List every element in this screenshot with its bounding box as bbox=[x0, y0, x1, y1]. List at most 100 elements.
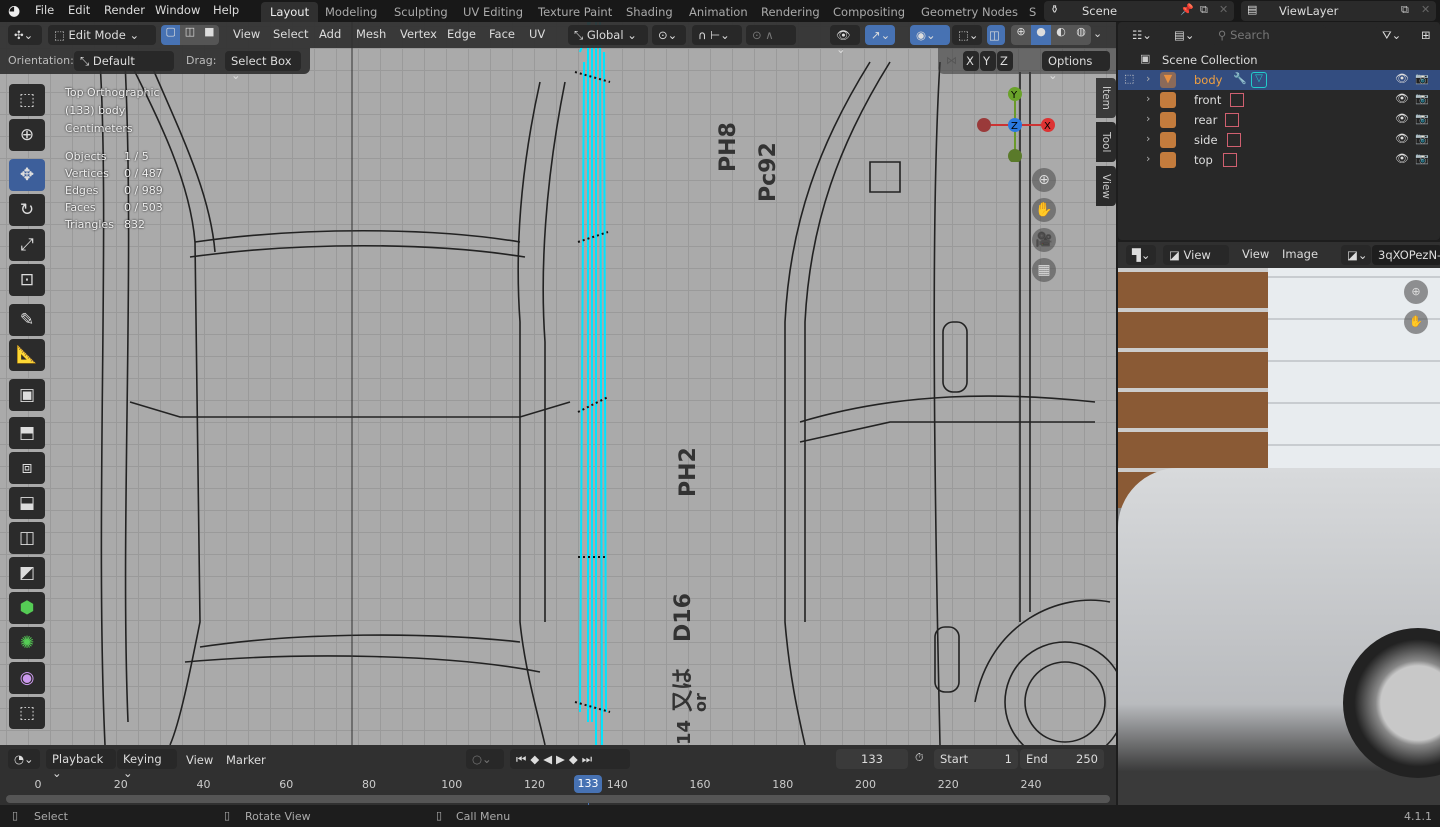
spin-tool-icon[interactable]: ✺ bbox=[9, 627, 45, 659]
outliner-item-body[interactable]: ⬚ › ▼ body 🔧 ▽ 👁 📷 bbox=[1118, 70, 1440, 90]
editor-type-button[interactable]: ◔⌄ bbox=[8, 749, 40, 769]
menu-image[interactable]: Image bbox=[1282, 247, 1318, 261]
mesh-edit-overlays-icon[interactable]: ⬚⌄ bbox=[952, 25, 982, 45]
pin-icon[interactable]: 📌 bbox=[1180, 3, 1194, 16]
rotate-tool-icon[interactable]: ↻ bbox=[9, 194, 45, 226]
visibility-eye-icon[interactable]: 👁 bbox=[1395, 72, 1409, 85]
render-camera-icon[interactable]: 📷 bbox=[1415, 112, 1429, 125]
render-camera-icon[interactable]: 📷 bbox=[1415, 152, 1429, 165]
tab-uv-editing[interactable]: UV Editing bbox=[454, 2, 532, 22]
sidebar-tab-view[interactable]: View bbox=[1096, 166, 1116, 206]
view-layer-selector[interactable]: ▤ ViewLayer ⧉ ✕ bbox=[1241, 1, 1436, 21]
vertex-select-icon[interactable]: ▢ bbox=[161, 25, 181, 45]
image-data-icon[interactable] bbox=[1225, 113, 1239, 127]
scene-collection-row[interactable]: ▣ Scene Collection bbox=[1118, 50, 1440, 70]
transform-tool-icon[interactable]: ⊡ bbox=[9, 264, 45, 296]
image-editor[interactable]: ▜⌄ ◪ View ⌄ View Image ◪⌄ 3qXOPezN- ⊕ ✋ bbox=[1118, 242, 1440, 805]
image-data-icon[interactable] bbox=[1223, 153, 1237, 167]
tab-geometry-nodes[interactable]: Geometry Nodes bbox=[912, 2, 1027, 22]
current-frame-field[interactable]: 133 bbox=[836, 749, 908, 769]
playback-controls[interactable]: ⏮◆◀▶◆⏭ bbox=[510, 749, 630, 769]
options-button[interactable]: Options ⌄ bbox=[1042, 51, 1110, 82]
menu-view[interactable]: View bbox=[186, 753, 213, 767]
start-frame-field[interactable]: Start 1 bbox=[934, 749, 1018, 769]
visibility-eye-icon[interactable]: 👁 bbox=[1395, 112, 1409, 125]
pan-hand-icon[interactable]: ✋ bbox=[1032, 198, 1056, 222]
outliner-item-top[interactable]: › top 👁 📷 bbox=[1118, 150, 1440, 170]
select-box-tool-icon[interactable]: ⬚ bbox=[9, 84, 45, 116]
mesh-strip[interactable] bbox=[574, 22, 611, 745]
3d-viewport[interactable]: PH8 Pc92 PH2 D16 又は or 14 ✣⌄ ⬚ Edit Mode… bbox=[0, 22, 1116, 745]
expand-chevron-icon[interactable]: › bbox=[1146, 152, 1150, 165]
outliner-item-side[interactable]: › side 👁 📷 bbox=[1118, 130, 1440, 150]
gizmo-toggle-icon[interactable]: ↗⌄ bbox=[865, 25, 895, 45]
tab-more[interactable]: S bbox=[1020, 2, 1045, 22]
wireframe-shading-icon[interactable]: ⊕ bbox=[1011, 25, 1031, 45]
menu-view[interactable]: View bbox=[233, 27, 260, 41]
delete-scene-icon[interactable]: ✕ bbox=[1219, 3, 1228, 16]
tab-layout[interactable]: Layout bbox=[261, 2, 319, 22]
delete-view-layer-icon[interactable]: ✕ bbox=[1421, 3, 1430, 16]
loop-cut-tool-icon[interactable]: ◫ bbox=[9, 522, 45, 554]
blender-logo-icon[interactable]: ◕ bbox=[8, 3, 20, 19]
sidebar-tab-item[interactable]: Item bbox=[1096, 78, 1116, 118]
sidebar-tab-tool[interactable]: Tool bbox=[1096, 122, 1116, 162]
transform-orientation-select[interactable]: ⤡ Global ⌄ bbox=[568, 25, 648, 45]
orientation-select[interactable]: ⤡ Default bbox=[74, 51, 174, 71]
stopwatch-icon[interactable]: ⏱ bbox=[915, 751, 924, 765]
outliner-item-rear[interactable]: › rear 👁 📷 bbox=[1118, 110, 1440, 130]
playhead-frame-indicator[interactable]: 133 bbox=[574, 775, 602, 793]
move-tool-icon[interactable]: ✥ bbox=[9, 159, 45, 191]
expand-chevron-icon[interactable]: › bbox=[1146, 72, 1150, 85]
tab-shading[interactable]: Shading bbox=[617, 2, 682, 22]
end-frame-field[interactable]: End 250 bbox=[1020, 749, 1104, 769]
add-cube-tool-icon[interactable]: ▣ bbox=[9, 379, 45, 411]
extrude-tool-icon[interactable]: ⬒ bbox=[9, 417, 45, 449]
inset-tool-icon[interactable]: ⧈ bbox=[9, 452, 45, 484]
visibility-selectability-button[interactable]: 👁⌄ bbox=[830, 25, 860, 56]
smooth-tool-icon[interactable]: ◉ bbox=[9, 662, 45, 694]
solid-shading-icon[interactable]: ● bbox=[1031, 25, 1051, 45]
annotate-tool-icon[interactable]: ✎ bbox=[9, 304, 45, 336]
perspective-toggle-icon[interactable]: ▦ bbox=[1032, 258, 1056, 282]
drag-select[interactable]: Select Box ⌄ bbox=[225, 51, 301, 82]
camera-view-icon[interactable]: 🎥 bbox=[1032, 228, 1056, 252]
render-camera-icon[interactable]: 📷 bbox=[1415, 92, 1429, 105]
keying-menu[interactable]: Keying ⌄ bbox=[117, 749, 177, 780]
poly-build-tool-icon[interactable]: ⬢ bbox=[9, 592, 45, 624]
outliner-item-front[interactable]: › front 👁 📷 bbox=[1118, 90, 1440, 110]
render-camera-icon[interactable]: 📷 bbox=[1415, 132, 1429, 145]
menu-add[interactable]: Add bbox=[319, 27, 341, 41]
mirror-z-toggle[interactable]: Z bbox=[997, 51, 1013, 71]
menu-face[interactable]: Face bbox=[489, 27, 515, 41]
visibility-eye-icon[interactable]: 👁 bbox=[1395, 132, 1409, 145]
timeline-scrollbar[interactable] bbox=[6, 795, 1110, 803]
mesh-data-icon[interactable]: ▽ bbox=[1251, 72, 1267, 88]
filter-icon[interactable]: ⛛⌄ bbox=[1376, 25, 1412, 45]
scale-tool-icon[interactable]: ⤢ bbox=[9, 229, 45, 261]
menu-mesh[interactable]: Mesh bbox=[356, 27, 386, 41]
visibility-eye-icon[interactable]: 👁 bbox=[1395, 92, 1409, 105]
new-collection-icon[interactable]: ⊞ bbox=[1418, 25, 1438, 45]
editor-type-button[interactable]: ▜⌄ bbox=[1126, 245, 1156, 265]
image-name-field[interactable]: 3qXOPezN- bbox=[1372, 245, 1440, 265]
menu-uv[interactable]: UV bbox=[529, 27, 545, 41]
menu-edit[interactable]: Edit bbox=[68, 3, 90, 17]
auto-keying-toggle-icon[interactable]: ○⌄ bbox=[466, 749, 504, 769]
tab-rendering[interactable]: Rendering bbox=[752, 2, 829, 22]
menu-render[interactable]: Render bbox=[104, 3, 145, 17]
zoom-icon[interactable]: ⊕ bbox=[1404, 280, 1428, 304]
pivot-point-button[interactable]: ⊙⌄ bbox=[652, 25, 686, 45]
menu-edge[interactable]: Edge bbox=[447, 27, 476, 41]
cursor-tool-icon[interactable]: ⊕ bbox=[9, 119, 45, 151]
menu-file[interactable]: File bbox=[35, 3, 54, 17]
material-shading-icon[interactable]: ◐ bbox=[1051, 25, 1071, 45]
expand-chevron-icon[interactable]: › bbox=[1146, 92, 1150, 105]
edit-mode-icon[interactable]: ⬚ bbox=[1124, 72, 1134, 85]
modifier-wrench-icon[interactable]: 🔧 bbox=[1233, 72, 1247, 85]
mode-select[interactable]: ⬚ Edit Mode ⌄ bbox=[48, 25, 156, 45]
rendered-shading-icon[interactable]: ◍ bbox=[1071, 25, 1091, 45]
edge-select-icon[interactable]: ◫ bbox=[180, 25, 200, 45]
playback-menu[interactable]: Playback ⌄ bbox=[46, 749, 116, 780]
bevel-tool-icon[interactable]: ⬓ bbox=[9, 487, 45, 519]
